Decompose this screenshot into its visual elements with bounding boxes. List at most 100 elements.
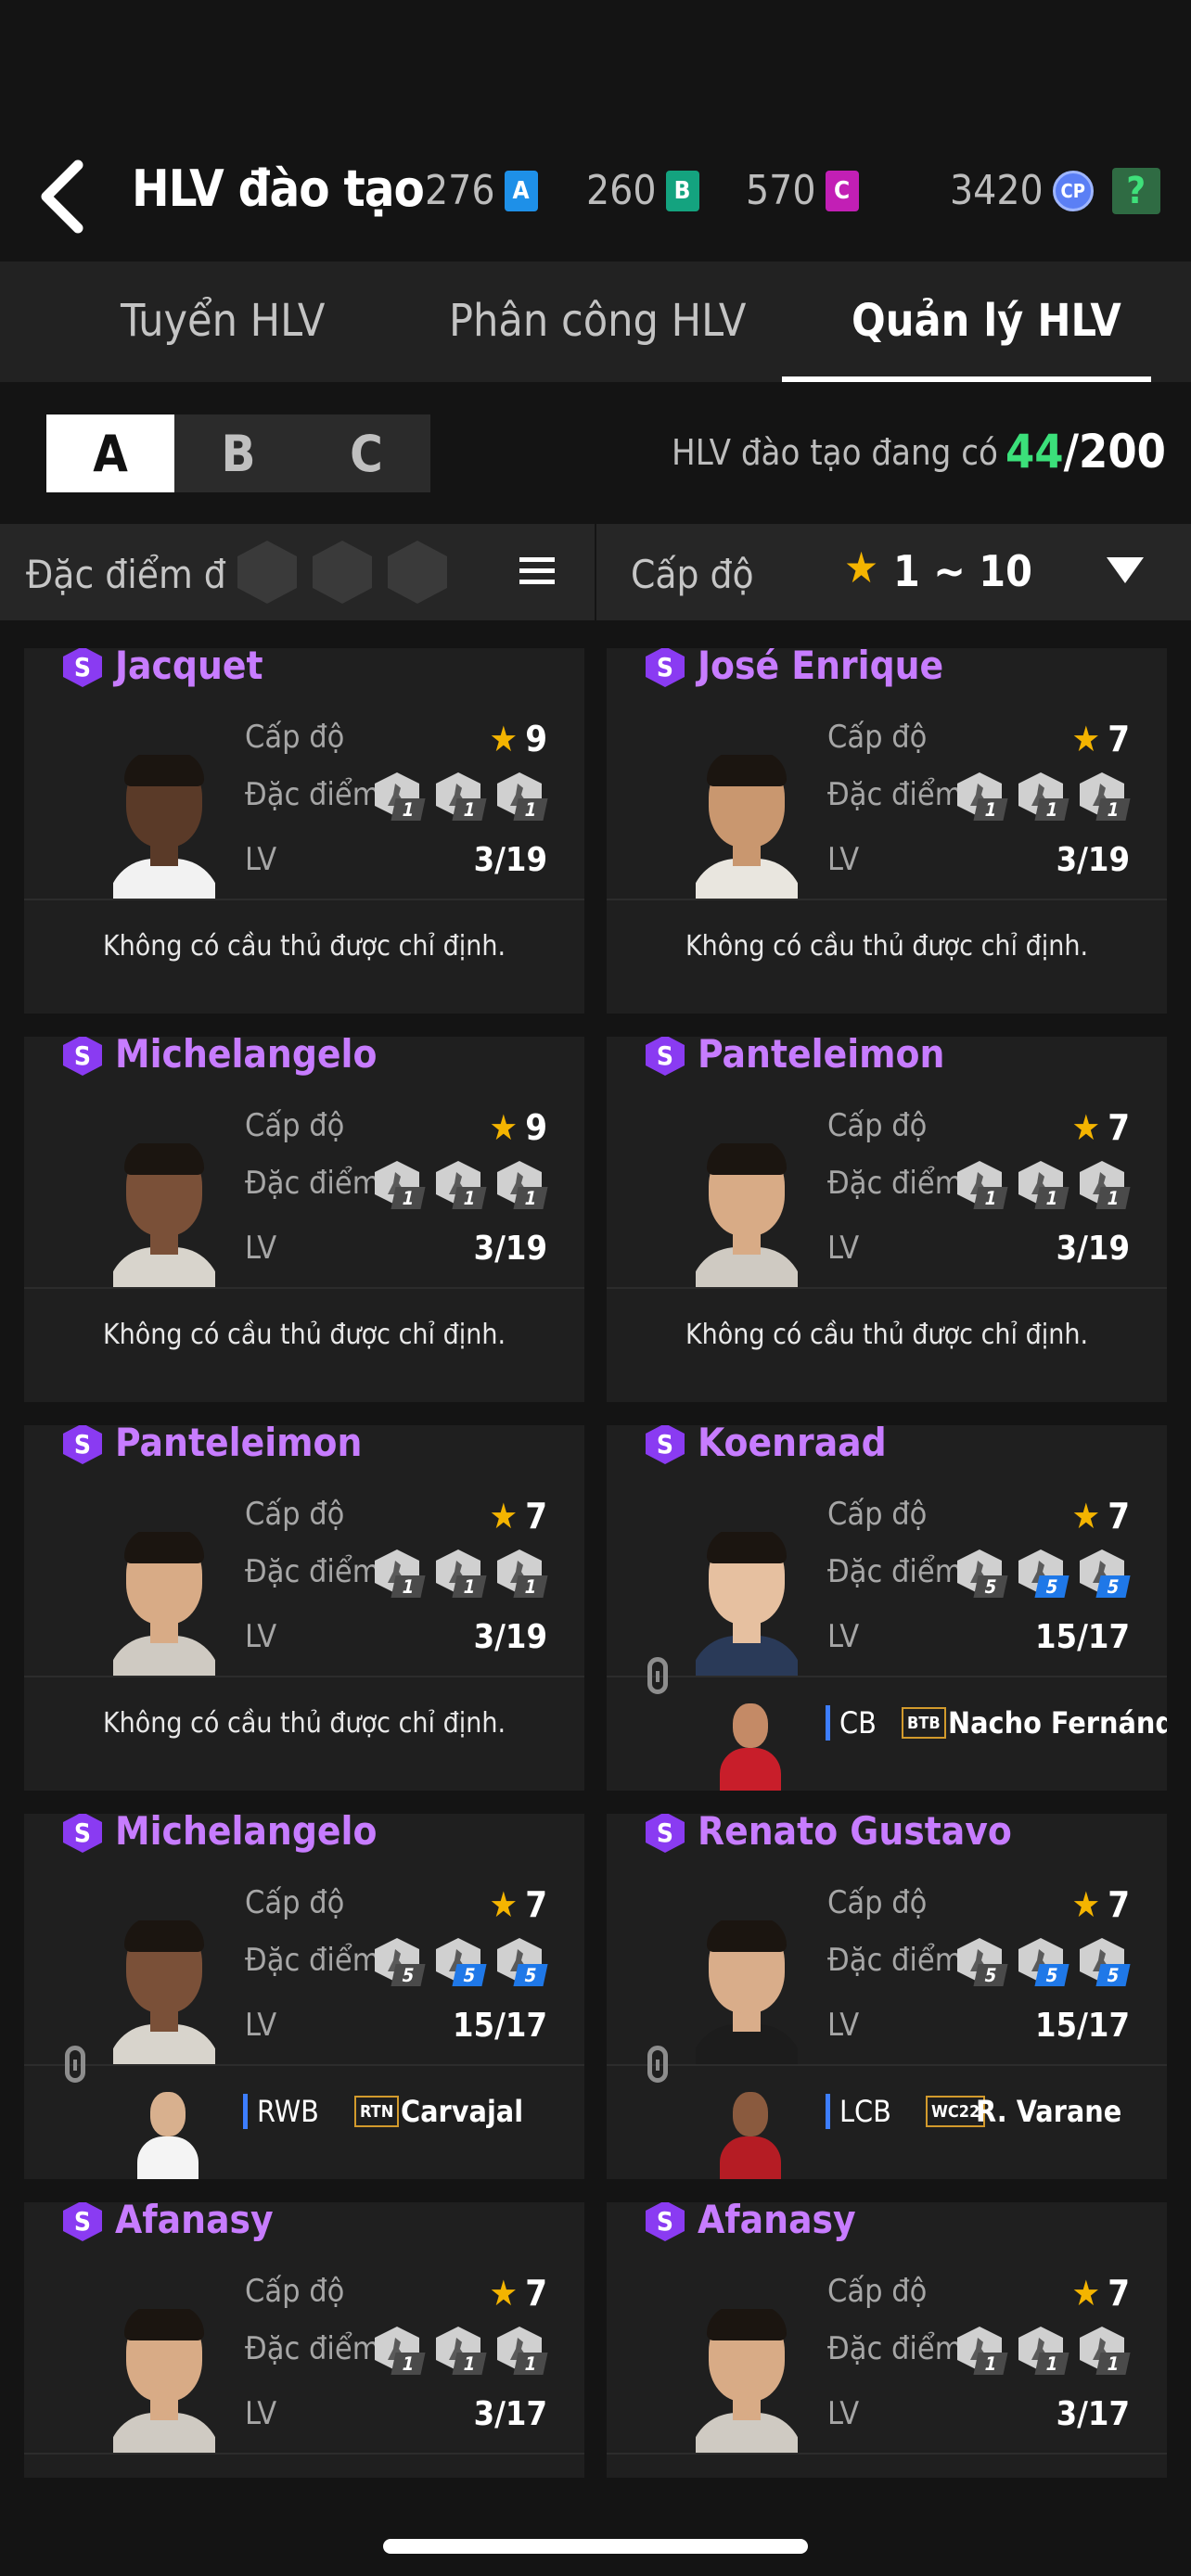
assignment-row[interactable]: Không có cầu thủ được chỉ định. <box>24 2453 584 2478</box>
assigned-position: CB <box>826 1705 877 1741</box>
coach-card[interactable]: S José Enrique Cấp độ ★ 7 Đặc điểm 1 1 1 LV 3/19 Kh… <box>607 648 1167 1014</box>
assignment-row[interactable]: Không có cầu thủ được chỉ định. <box>24 1287 584 1402</box>
coach-list[interactable]: S Jacquet Cấp độ ★ 9 Đặc điểm 1 1 1 LV 3/19 Không c… <box>0 648 1191 2478</box>
trait-badge-icon: 1 <box>497 1161 548 1209</box>
trait-level: 1 <box>452 798 487 821</box>
trait-slot-2-icon[interactable] <box>313 541 372 604</box>
coach-lv: 15/17 <box>453 2007 547 2045</box>
lv-label: LV <box>245 1230 277 1267</box>
trait-label: Đặc điểm <box>245 776 380 813</box>
currency-cp: 3420 CP ? <box>950 167 1160 214</box>
trait-badge-icon: 5 <box>436 1938 487 1986</box>
tab-recruit-coach[interactable]: Tuyển HLV <box>121 295 325 347</box>
trait-filter-label[interactable]: Đặc điểm đ <box>26 552 226 597</box>
trait-badge-icon: 1 <box>375 1161 426 1209</box>
season-badge-icon: RTN <box>354 2096 400 2127</box>
coach-card[interactable]: S Afanasy Cấp độ ★7 Đặc điểm 1 1 1 LV 3/17 Không c… <box>24 2202 584 2478</box>
trait-badge-icon: 1 <box>957 1161 1008 1209</box>
trait-list-menu-icon[interactable] <box>519 557 555 585</box>
coach-card[interactable]: S Jacquet Cấp độ ★ 9 Đặc điểm 1 1 1 LV 3/19 Không c… <box>24 648 584 1014</box>
trait-level: 1 <box>1034 1187 1069 1209</box>
currency-b-value: 260 <box>586 167 657 214</box>
tab-manage-coach[interactable]: Quản lý HLV <box>852 295 1121 347</box>
grade-s-badge-icon: S <box>646 1425 685 1464</box>
trait-level: 1 <box>391 798 426 821</box>
no-player-assigned-text: Không có cầu thủ được chỉ định. <box>102 1707 506 1740</box>
trait-badge-icon: 1 <box>1018 2327 1069 2375</box>
coach-level-value: 9 <box>525 719 547 759</box>
assignment-row[interactable]: Không có cầu thủ được chỉ định. <box>24 1676 584 1791</box>
star-icon: ★ <box>844 542 879 593</box>
coach-card[interactable]: S Afanasy Cấp độ ★7 Đặc điểm 1 1 1 LV 3/17 Không c… <box>607 2202 1167 2478</box>
trait-level: 1 <box>391 2353 426 2375</box>
level-label: Cấp độ <box>827 1884 928 1921</box>
coach-card[interactable]: S Panteleimon Cấp độ ★ 7 Đặc điểm 1 1 1 LV 3/19 Khô… <box>607 1037 1167 1402</box>
back-arrow-icon[interactable] <box>39 159 85 234</box>
trait-badge-icon: 1 <box>497 1549 548 1598</box>
coach-lv: 3/19 <box>1056 841 1130 879</box>
coach-avatar <box>696 1532 798 1678</box>
assignment-row[interactable]: Không có cầu thủ được chỉ định. <box>607 1287 1167 1402</box>
season-badge-icon: BTB <box>902 1707 946 1739</box>
trait-badge-icon: 1 <box>957 2327 1008 2375</box>
filter-bar: Đặc điểm đ Cấp độ ★ 1 ~ 10 <box>0 524 1191 620</box>
currency-a: 276 A <box>425 167 538 214</box>
assignment-row[interactable]: CB BTBNacho Fernández <box>607 1657 1167 1791</box>
coach-card[interactable]: S Michelangelo Cấp độ ★ 7 Đặc điểm 5 5 5 LV 15/17 R… <box>24 1814 584 2179</box>
trait-badge-icon: 1 <box>436 1161 487 1209</box>
assignment-row[interactable]: LCB WC22 R. Varane <box>607 2046 1167 2179</box>
trait-badge-icon: 1 <box>1080 1161 1131 1209</box>
trait-level: 1 <box>452 1187 487 1209</box>
help-button[interactable]: ? <box>1111 167 1160 214</box>
link-icon[interactable] <box>65 2046 85 2083</box>
trait-slot-3-icon[interactable] <box>388 541 447 604</box>
star-icon: ★ <box>1071 2273 1101 2314</box>
currency-c: 570 C <box>746 167 859 214</box>
coach-card[interactable]: S Panteleimon Cấp độ ★ 7 Đặc điểm 1 1 1 LV 3/19 Khô… <box>24 1425 584 1791</box>
assignment-row[interactable]: Không có cầu thủ được chỉ định. <box>607 899 1167 1014</box>
level-label: Cấp độ <box>827 1496 928 1533</box>
level-label: Cấp độ <box>245 1884 345 1921</box>
link-icon[interactable] <box>647 2046 668 2083</box>
link-icon[interactable] <box>647 1657 668 1694</box>
trait-level: 5 <box>1034 1575 1069 1598</box>
trait-level: 1 <box>973 798 1008 821</box>
segment-a[interactable]: A <box>46 414 174 492</box>
assignment-row[interactable]: Không có cầu thủ được chỉ định. <box>607 2453 1167 2478</box>
level-filter-range[interactable]: 1 ~ 10 <box>893 546 1032 596</box>
home-indicator <box>383 2539 808 2554</box>
coach-level-value: 7 <box>1108 2273 1130 2314</box>
segment-c[interactable]: C <box>302 414 430 492</box>
coach-level: ★ 7 <box>490 1496 547 1537</box>
no-player-assigned-text: Không có cầu thủ được chỉ định. <box>102 1319 506 1351</box>
grade-s-badge-icon: S <box>63 2202 102 2241</box>
trait-slot-1-icon[interactable] <box>237 541 297 604</box>
active-tab-indicator <box>782 376 1151 382</box>
assignment-row[interactable]: RWB RTN Carvajal <box>24 2046 584 2179</box>
trait-level: 5 <box>391 1964 426 1986</box>
assignment-row[interactable]: Không có cầu thủ được chỉ định. <box>24 899 584 1014</box>
coach-card[interactable]: S Michelangelo Cấp độ ★ 9 Đặc điểm 1 1 1 LV 3/19 Kh… <box>24 1037 584 1402</box>
trait-level: 1 <box>391 1575 426 1598</box>
trait-level: 5 <box>973 1575 1008 1598</box>
coach-name: Jacquet <box>115 648 263 688</box>
coach-card[interactable]: S Koenraad Cấp độ ★ 7 Đặc điểm 5 5 5 LV 15/17 CB BTB… <box>607 1425 1167 1791</box>
trait-level: 1 <box>973 1187 1008 1209</box>
trait-label: Đặc điểm <box>827 1165 963 1202</box>
coach-card[interactable]: S Renato Gustavo Cấp độ ★ 7 Đặc điểm 5 5 5 LV 15/1… <box>607 1814 1167 2179</box>
trait-level: 1 <box>973 2353 1008 2375</box>
lv-label: LV <box>245 2007 277 2044</box>
coach-lv: 3/19 <box>473 841 547 879</box>
trait-label: Đặc điểm <box>245 1553 380 1590</box>
segment-b[interactable]: B <box>174 414 302 492</box>
tab-assign-coach[interactable]: Phân công HLV <box>449 295 746 347</box>
grade-s-badge-icon: S <box>63 1037 102 1076</box>
star-icon: ★ <box>489 1884 519 1925</box>
coach-avatar <box>113 755 215 901</box>
grade-s-badge-icon: S <box>646 648 685 687</box>
dropdown-triangle-icon[interactable] <box>1107 557 1144 583</box>
level-label: Cấp độ <box>827 1107 928 1144</box>
coach-avatar <box>113 1920 215 2067</box>
lv-label: LV <box>827 2395 860 2432</box>
level-label: Cấp độ <box>245 1496 345 1533</box>
